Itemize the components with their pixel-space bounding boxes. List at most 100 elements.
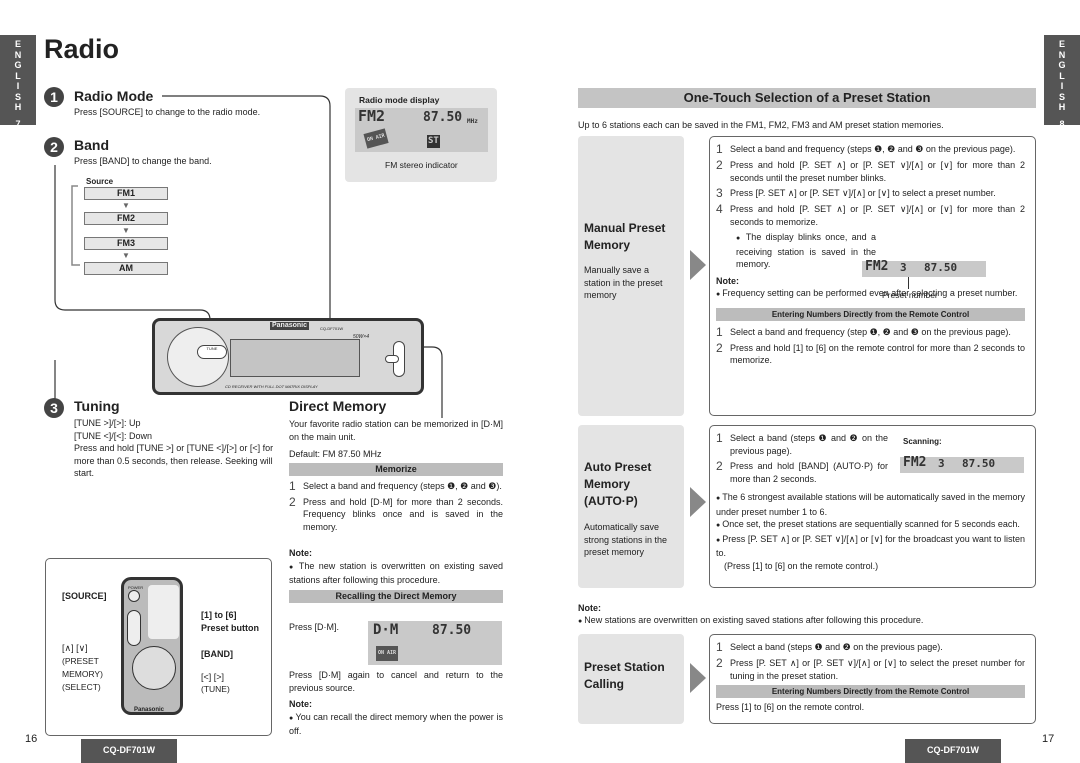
calling-remote-bar: Entering Numbers Directly from the Remot… — [716, 685, 1025, 698]
dm-recall-again: Press [D·M] again to cancel and return t… — [289, 670, 503, 693]
lcd-unit: MHz — [467, 118, 478, 125]
remote-preset-pad — [148, 585, 179, 639]
remote-band: [BAND] — [201, 649, 233, 659]
memorize-bar: Memorize — [289, 462, 503, 476]
dm-intro: Your favorite radio station can be memor… — [289, 419, 503, 442]
tune-down: [TUNE <]/[<]: Down — [74, 430, 153, 441]
dm-recall-text: Press [D·M]. — [289, 622, 340, 632]
tab-letter: G — [1058, 60, 1066, 70]
auto-lcd: FM2 3 87.50 — [900, 456, 1024, 473]
lcd-band: FM2 — [358, 107, 386, 125]
head-unit-illustration: TUNE Panasonic CQ-DF701W 50W×4 CD RECEIV… — [152, 318, 424, 395]
auto-title: Auto Preset Memory (AUTO·P) — [584, 460, 652, 508]
calling-panel: Preset Station Calling — [578, 634, 684, 724]
band-heading: Band — [74, 137, 109, 153]
tab-letter: H — [1058, 102, 1066, 112]
auto-steps-box: 1 Select a band (steps ❶ and ❷ on the pre… — [709, 425, 1036, 588]
remote-source-label: [SOURCE] — [62, 591, 107, 601]
remote-dpad — [132, 646, 176, 690]
radio-mode-text: Press [SOURCE] to change to the radio mo… — [74, 107, 261, 117]
band-text: Press [BAND] to change the band. — [74, 156, 212, 166]
one-touch-intro: Up to 6 stations each can be saved in th… — [578, 120, 944, 130]
step-number-3: 3 — [44, 398, 64, 418]
lcd-frequency: 87.50 — [423, 110, 463, 125]
remote-preset-memory: (PRESET MEMORY) — [62, 656, 103, 679]
manual-step-1: Select a band and frequency (steps ❶, ❷ … — [730, 144, 1016, 154]
dm-note-label: Note: — [289, 548, 312, 558]
remote-updown: [∧] [∨] — [62, 643, 88, 653]
direct-memory-heading: Direct Memory — [289, 398, 387, 414]
manual-bullet: The display blinks once, and a receiving… — [736, 231, 876, 271]
calling-title: Preset Station Calling — [584, 660, 665, 691]
preset-pointer — [908, 277, 909, 289]
tab-letter: I — [1060, 81, 1064, 91]
page-number-left: 16 — [25, 733, 38, 745]
remote-control-box: [SOURCE] POWER Panasonic [1] to [6] Pres… — [45, 558, 272, 736]
calling-text: Press [1] to [6] on the remote control. — [716, 702, 865, 712]
arrow-down-icon: ▼ — [122, 226, 130, 235]
arrow-right-icon — [690, 663, 706, 693]
manual-lcd-frequency: 87.50 — [924, 261, 958, 274]
manual-steps-box: 1 Select a band and frequency (steps ❶, ❷… — [709, 136, 1036, 416]
dm-bottom: Press [D·M] again to cancel and return t… — [289, 669, 503, 738]
source-flow: FM1 ▼ FM2 ▼ FM3 ▼ AM — [84, 187, 168, 275]
auto-bullet-1: The 6 strongest available stations will … — [716, 491, 1025, 518]
auto-bullet-2: Once set, the preset stations are sequen… — [716, 518, 1025, 533]
radio-mode-display-panel: Radio mode display FM2 87.50 MHz ON AIR … — [345, 88, 497, 182]
remote-volume — [127, 610, 141, 646]
manual-lcd: FM2 3 87.50 — [862, 259, 986, 277]
remote-preset-label: Preset button — [201, 623, 260, 633]
source-fm2: FM2 — [84, 212, 168, 225]
arrow-down-icon: ▼ — [122, 251, 130, 260]
manual-panel: Manual Preset Memory Manually save a sta… — [578, 136, 684, 416]
remote-select: (SELECT) — [62, 682, 101, 692]
page-number-right: 17 — [1042, 733, 1055, 745]
auto-panel: Auto Preset Memory (AUTO·P) Automaticall… — [578, 425, 684, 588]
mid-note: New stations are overwritten on existing… — [578, 614, 923, 629]
source-button — [385, 355, 399, 363]
calling-steps-box: 1 Select a band (steps ❶ and ❷ on the pre… — [709, 634, 1036, 724]
tab-letter: S — [1058, 91, 1065, 102]
manual-remote-bar: Entering Numbers Directly from the Remot… — [716, 307, 1025, 321]
model-footer-right: CQ-DF701W — [905, 739, 1001, 763]
remote-brand: Panasonic — [134, 707, 165, 713]
manual-lcd-preset: 3 — [900, 261, 907, 274]
dm-step-1: Select a band and frequency (steps ❶, ❷ … — [303, 480, 502, 491]
manual-remote-step-2: Press and hold [1] to [6] on the remote … — [730, 342, 1025, 366]
recall-bar: Recalling the Direct Memory — [289, 589, 503, 603]
calling-step-2: Press [P. SET ∧] or [P. SET ∨]/[∧] or [∨… — [730, 658, 1025, 681]
model-label: CQ-DF701W — [320, 326, 344, 331]
model-footer-left: CQ-DF701W — [81, 739, 177, 763]
dm-note2: You can recall the direct memory when th… — [289, 711, 503, 738]
auto-desc: Automatically save strong stations in th… — [584, 522, 668, 557]
source-fm1: FM1 — [84, 187, 168, 200]
manual-step-3: Press [P. SET ∧] or [P. SET ∨]/[∧] or [∨… — [730, 188, 996, 198]
manual-step-4: Press and hold [P. SET ∧] or [P. SET ∨]/… — [730, 204, 1025, 227]
source-fm3: FM3 — [84, 237, 168, 250]
dm-note2-label: Note: — [289, 699, 312, 709]
brand-logo: Panasonic — [270, 322, 310, 330]
tuning-text: [TUNE >]/[>]: Up [TUNE <]/[<]: Down Pres… — [74, 417, 274, 480]
step-number-2: 2 — [44, 137, 64, 157]
manual-step-2: Press and hold [P. SET ∧] or [P. SET ∨]/… — [730, 160, 1025, 183]
dm-lcd-frequency: 87.50 — [432, 623, 472, 638]
side-tab-right: ENGLISH 8 — [1044, 35, 1080, 129]
direct-memory-section: Your favorite radio station can be memor… — [289, 418, 503, 603]
stereo-caption: FM stereo indicator — [385, 160, 458, 170]
manual-remote-step-1: Select a band and frequency (step ❶, ❷ a… — [730, 326, 1011, 337]
manual-note: Frequency setting can be performed even … — [716, 287, 1025, 302]
remote-preset-range: [1] to [6] — [201, 610, 237, 620]
tune-button: TUNE — [197, 345, 227, 359]
step-number-1: 1 — [44, 87, 64, 107]
tune-seek: Press and hold [TUNE >] or [TUNE <]/[>] … — [74, 443, 274, 478]
unit-caption: CD RECEIVER WITH FULL DOT MATRIX DISPLAY — [225, 384, 318, 389]
remote-tune: (TUNE) — [201, 684, 230, 694]
auto-lcd-frequency: 87.50 — [962, 457, 996, 470]
one-touch-heading: One-Touch Selection of a Preset Station — [578, 88, 1036, 108]
arrow-right-icon — [690, 487, 706, 517]
unit-display — [230, 339, 360, 377]
remote-lr: [<] [>] — [201, 672, 225, 682]
mid-note-label: Note: — [578, 603, 601, 613]
tab-page: 8 — [1059, 118, 1065, 129]
manual-lcd-band: FM2 — [865, 259, 889, 274]
